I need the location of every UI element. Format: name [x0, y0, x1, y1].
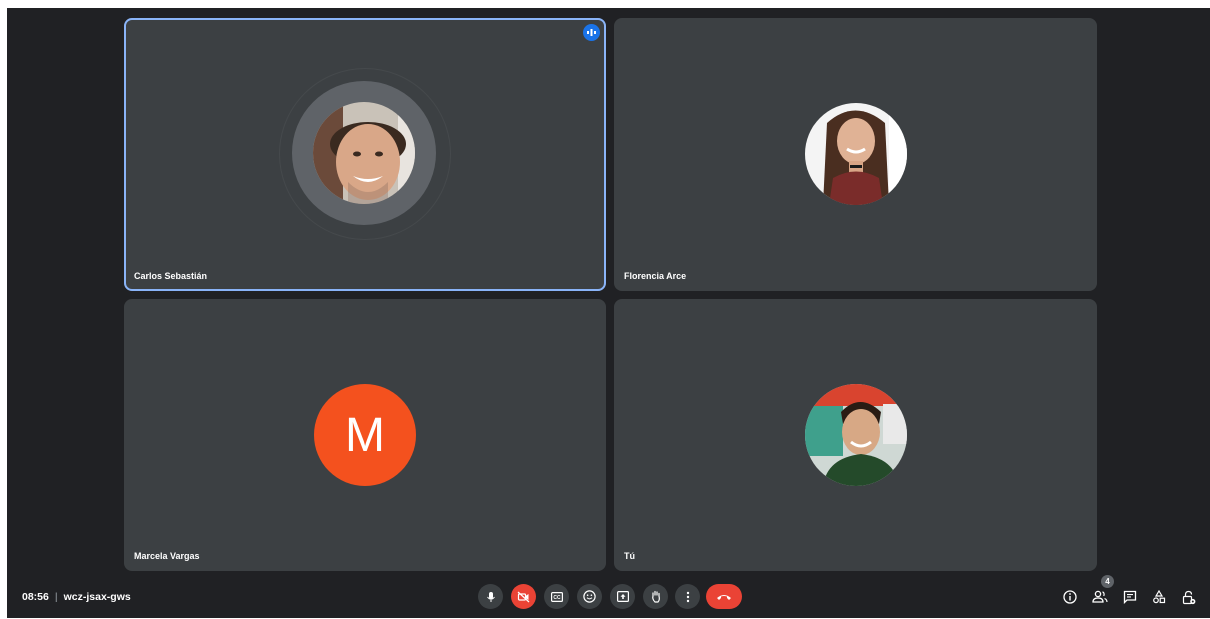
participant-name: Marcela Vargas	[134, 551, 200, 561]
participant-count-badge: 4	[1101, 575, 1114, 588]
svg-text:CC: CC	[553, 595, 561, 601]
camera-off-icon	[517, 591, 530, 602]
people-icon	[1092, 590, 1108, 603]
chat-icon	[1123, 590, 1137, 604]
camera-toggle-button[interactable]	[511, 584, 536, 609]
participant-tile-florencia[interactable]: Florencia Arce	[614, 18, 1097, 291]
control-bar: 08:56 | wcz-jsax-gws CC 4	[7, 575, 1210, 618]
raise-hand-button[interactable]	[643, 584, 668, 609]
meeting-separator: |	[54, 591, 58, 603]
microphone-button[interactable]	[478, 584, 503, 609]
participant-tile-marcela[interactable]: M Marcela Vargas	[124, 299, 606, 571]
chat-button[interactable]	[1121, 588, 1139, 606]
activities-icon	[1153, 590, 1166, 604]
meet-call-window: Carlos Sebastián Florencia Arce M Marcel…	[7, 8, 1210, 618]
avatar-carlos	[313, 102, 415, 204]
leave-call-button[interactable]	[706, 584, 742, 609]
meeting-code: wcz-jsax-gws	[63, 591, 131, 603]
captions-button[interactable]: CC	[544, 584, 569, 609]
participant-name: Tú	[624, 551, 635, 561]
hang-up-icon	[717, 594, 731, 600]
present-screen-icon	[616, 591, 629, 602]
participant-name: Florencia Arce	[624, 271, 687, 281]
reactions-button[interactable]	[577, 584, 602, 609]
meeting-info: 08:56 | wcz-jsax-gws	[22, 591, 131, 603]
participant-tile-self[interactable]: Tú	[614, 299, 1097, 571]
participant-name: Carlos Sebastián	[134, 271, 208, 281]
avatar-self	[805, 384, 907, 486]
meeting-time: 08:56	[22, 591, 49, 603]
captions-icon: CC	[550, 591, 563, 602]
emoji-reaction-icon	[583, 590, 596, 603]
microphone-icon	[486, 591, 495, 602]
speaking-indicator-icon	[583, 24, 600, 41]
people-button[interactable]	[1091, 588, 1109, 606]
participant-tile-carlos[interactable]: Carlos Sebastián	[124, 18, 606, 291]
meeting-details-button[interactable]	[1061, 588, 1079, 606]
avatar-marcela: M	[314, 384, 416, 486]
more-options-icon	[686, 591, 689, 602]
activities-button[interactable]	[1150, 588, 1168, 606]
info-icon	[1063, 590, 1077, 604]
raise-hand-icon	[651, 590, 660, 603]
more-options-button[interactable]	[675, 584, 700, 609]
host-controls-button[interactable]	[1180, 588, 1198, 606]
present-button[interactable]	[610, 584, 635, 609]
avatar-florencia	[805, 103, 907, 205]
host-controls-icon	[1182, 590, 1196, 604]
